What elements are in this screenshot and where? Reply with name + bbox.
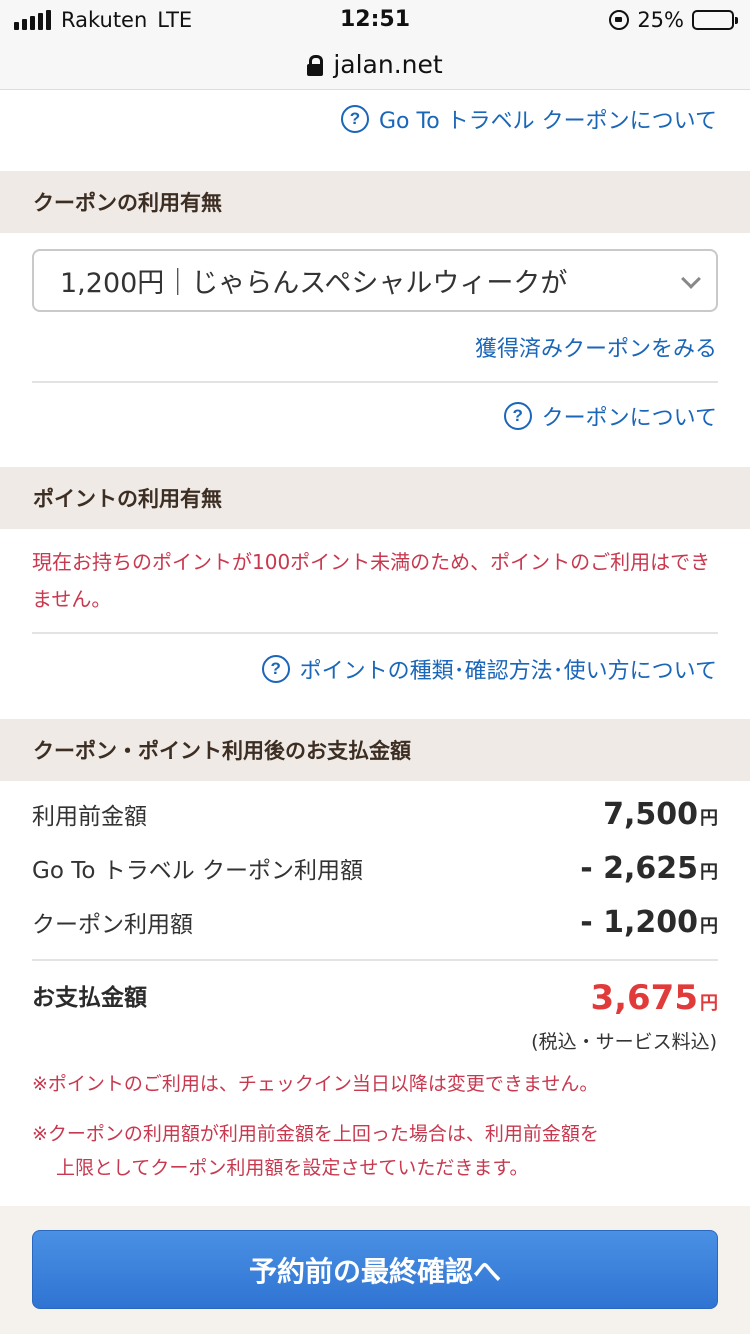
rotation-lock-icon [609, 10, 630, 30]
tax-note: (税込・サービス料込) [531, 1031, 717, 1053]
about-points-link-text: ポイントの種類･確認方法･使い方について [299, 659, 717, 684]
price-row-value: 7,500 円 [603, 797, 718, 832]
point-section-heading: ポイントの利用有無 [0, 467, 750, 529]
coupon-select-value: 1,200円｜じゃらんスペシャルウィークが [60, 268, 568, 299]
payment-section-title: クーポン・ポイント利用後のお支払金額 [33, 739, 411, 763]
question-circle-icon: ? [261, 655, 290, 683]
acquired-coupons-link[interactable]: 獲得済みクーポンをみる [475, 331, 717, 363]
payment-section-heading: クーポン・ポイント利用後のお支払金額 [0, 719, 750, 781]
about-points-link[interactable]: ? ポイントの種類･確認方法･使い方について [261, 653, 717, 685]
padlock-icon [307, 54, 324, 76]
divider [32, 632, 718, 634]
coupon-limit-notice-line1: ※クーポンの利用額が利用前金額を上回った場合は、利用前金額を [32, 1123, 599, 1145]
total-label: お支払金額 [32, 985, 147, 1011]
coupon-section-heading: クーポンの利用有無 [0, 171, 750, 233]
battery-icon [692, 10, 738, 30]
point-change-notice: ※ポイントのご利用は、チェックイン当日以降は変更できません。 [32, 1073, 599, 1095]
question-circle-icon: ? [341, 105, 369, 133]
goto-travel-coupon-link[interactable]: ? Go To トラベル クーポンについて [341, 103, 717, 135]
coupon-section-title: クーポンの利用有無 [33, 191, 222, 215]
price-row-value: - 2,625 円 [580, 851, 718, 886]
price-row-label: Go To トラベル クーポン利用額 [32, 858, 364, 884]
point-unavailable-notice: 現在お持ちのポイントが100ポイント未満のため、ポイントのご利用はできません。 [32, 550, 711, 611]
coupon-select[interactable]: 1,200円｜じゃらんスペシャルウィークが [32, 249, 718, 312]
about-coupon-link-text: クーポンについて [541, 406, 717, 431]
total-row: お支払金額 3,675 円 [32, 978, 718, 1018]
footer-action-area: 予約前の最終確認へ [0, 1206, 750, 1334]
final-confirm-button[interactable]: 予約前の最終確認へ [32, 1230, 718, 1309]
yen-unit: 円 [700, 916, 718, 937]
price-row: クーポン利用額 - 1,200 円 [32, 905, 718, 940]
url-bar[interactable]: jalan.net [0, 40, 750, 90]
price-row: Go To トラベル クーポン利用額 - 2,625 円 [32, 851, 718, 886]
yen-unit: 円 [700, 993, 718, 1014]
coupon-limit-notice-line2: 上限としてクーポン利用額を設定させていただきます。 [56, 1157, 529, 1179]
status-bar: Rakuten LTE 12:51 25% [0, 0, 750, 40]
acquired-coupons-link-text: 獲得済みクーポンをみる [474, 337, 717, 362]
price-row-value: - 1,200 円 [580, 905, 718, 940]
price-row: 利用前金額 7,500 円 [32, 797, 718, 832]
amount: 7,500 [603, 797, 698, 832]
yen-unit: 円 [700, 862, 718, 883]
chevron-down-icon [681, 269, 701, 289]
total-value: 3,675 円 [590, 978, 718, 1018]
url-text: jalan.net [333, 50, 443, 79]
amount: - 2,625 [580, 851, 698, 886]
about-coupon-link[interactable]: ? クーポンについて [503, 400, 717, 432]
final-confirm-button-label: 予約前の最終確認へ [248, 1254, 501, 1288]
goto-travel-coupon-link-text: Go To トラベル クーポンについて [379, 109, 717, 134]
divider [32, 381, 718, 383]
amount: - 1,200 [580, 905, 698, 940]
point-section-title: ポイントの利用有無 [33, 487, 222, 511]
price-row-label: クーポン利用額 [32, 912, 193, 938]
question-circle-icon: ? [503, 402, 532, 430]
price-row-label: 利用前金額 [32, 804, 147, 830]
divider [32, 959, 718, 961]
yen-unit: 円 [700, 808, 718, 829]
status-right: 25% [609, 8, 738, 32]
total-amount: 3,675 [590, 978, 698, 1018]
battery-percent: 25% [637, 8, 684, 32]
